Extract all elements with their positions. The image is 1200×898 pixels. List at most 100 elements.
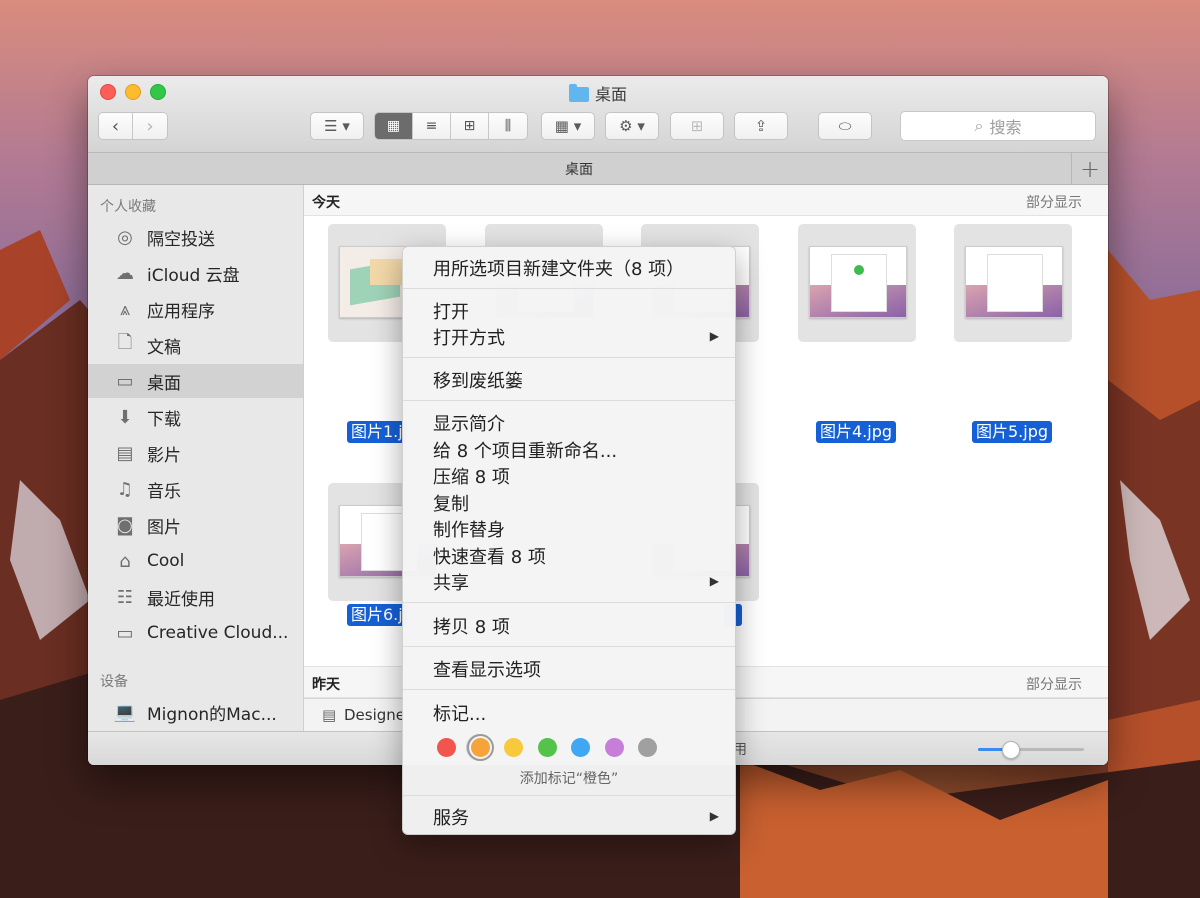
search-field[interactable]: ⌕ 搜索 <box>900 111 1096 141</box>
grid-icon: ▦ ▾ <box>554 117 582 135</box>
section-today: 今天 部分显示 <box>304 185 1108 216</box>
file-name[interactable]: 图片5.jpg <box>972 421 1053 443</box>
sidebar-item-pictures[interactable]: ◙ 图片 <box>88 508 303 542</box>
file-tile[interactable] <box>954 224 1072 342</box>
group-button[interactable]: ▦ ▾ <box>541 112 595 140</box>
section-title: 今天 <box>312 195 340 211</box>
path-item[interactable]: Designe <box>344 706 405 724</box>
tag-orange-button[interactable] <box>470 738 490 757</box>
download-icon: ⬇ <box>117 406 133 428</box>
menu-item-compress[interactable]: 压缩 8 项 <box>433 463 510 489</box>
share-button[interactable]: ⇪ <box>734 112 788 140</box>
menu-item-new-folder[interactable]: 用所选项目新建文件夹（8 项） <box>433 255 684 281</box>
sidebar-item-applications[interactable]: ⩓ 应用程序 <box>88 292 303 326</box>
list-view-button[interactable]: ≡ <box>413 113 451 139</box>
tab-bar: 桌面 + <box>88 153 1108 185</box>
sidebar-item-label: 桌面 <box>147 373 181 394</box>
tag-green-button[interactable] <box>537 738 557 757</box>
back-button[interactable]: ‹ <box>99 113 133 139</box>
tag-caption: 添加标记“橙色” <box>519 771 619 787</box>
devices-header: 设备 <box>100 674 128 690</box>
search-icon: ⌕ <box>974 116 984 135</box>
slider-knob[interactable] <box>1001 741 1020 759</box>
menu-item-open-with[interactable]: 打开方式 <box>433 324 505 350</box>
tag-icon: ⬭ <box>838 117 852 135</box>
tag-purple-button[interactable] <box>604 738 624 757</box>
arrange-button[interactable]: ☰ ▾ <box>310 112 364 140</box>
sidebar-item-label: Creative Cloud... <box>147 623 289 643</box>
camera-icon: ◙ <box>116 514 134 536</box>
show-more-link[interactable]: 部分显示 <box>1026 674 1082 694</box>
applications-icon: ⩓ <box>119 298 131 320</box>
sidebar-item-music[interactable]: ♫ 音乐 <box>88 472 303 506</box>
tab-desktop[interactable]: 桌面 <box>88 159 1070 179</box>
new-folder-icon: ⊞ <box>690 117 704 135</box>
cloud-icon: ☁ <box>116 262 134 284</box>
disk-icon: ▤ <box>322 706 337 724</box>
menu-item-copy[interactable]: 拷贝 8 项 <box>433 613 510 639</box>
menu-item-make-alias[interactable]: 制作替身 <box>433 516 505 542</box>
menu-item-duplicate[interactable]: 复制 <box>433 490 469 516</box>
menu-item-tags[interactable]: 标记... <box>433 700 486 726</box>
gallery-view-button[interactable]: ⫼ <box>489 113 527 139</box>
view-mode-switcher: ▦ ≡ ⊞ ⫼ <box>374 112 528 140</box>
tag-yellow-button[interactable] <box>504 738 523 757</box>
window-title-text: 桌面 <box>594 87 627 104</box>
menu-item-view-options[interactable]: 查看显示选项 <box>433 656 541 682</box>
sidebar-item-creative-cloud[interactable]: ▭ Creative Cloud... <box>88 616 303 650</box>
menu-item-open[interactable]: 打开 <box>433 298 469 324</box>
sidebar-item-airdrop[interactable]: ◎ 隔空投送 <box>88 220 303 254</box>
file-thumbnail <box>965 246 1063 318</box>
sidebar-item-desktop[interactable]: ▭ 桌面 <box>88 364 303 398</box>
search-placeholder: 搜索 <box>989 118 1022 137</box>
add-tab-button[interactable]: + <box>1071 153 1108 184</box>
sidebar-item-downloads[interactable]: ⬇ 下载 <box>88 400 303 434</box>
menu-separator <box>403 357 735 358</box>
file-tile[interactable] <box>798 224 916 342</box>
submenu-arrow-icon: ▶ <box>709 809 719 823</box>
window-title: 桌面 <box>88 81 1108 105</box>
folder-icon <box>568 84 589 102</box>
sidebar-item-label: 隔空投送 <box>147 229 215 250</box>
menu-separator <box>403 288 735 289</box>
file-name[interactable]: 图片4.jpg <box>816 421 897 443</box>
sidebar-item-mac[interactable]: 💻 Mignon的Mac... <box>88 695 303 729</box>
icon-view-button[interactable]: ▦ <box>375 113 413 139</box>
forward-button[interactable]: › <box>133 113 167 139</box>
menu-item-rename[interactable]: 给 8 个项目重新命名... <box>433 437 617 463</box>
sidebar-item-home[interactable]: ⌂ Cool <box>88 544 303 578</box>
sidebar-item-documents[interactable]: 🗋 文稿 <box>88 328 303 362</box>
recent-icon: ☷ <box>116 586 134 608</box>
menu-item-move-to-trash[interactable]: 移到废纸篓 <box>433 367 523 393</box>
sidebar-item-recents[interactable]: ☷ 最近使用 <box>88 580 303 614</box>
titlebar: 桌面 ‹ › ☰ ▾ ▦ ≡ ⊞ ⫼ ▦ ▾ ⚙ ▾ ⊞ ⇪ ⬭ ⌕ 搜索 <box>88 76 1108 153</box>
tag-button[interactable]: ⬭ <box>818 112 872 140</box>
sidebar-item-label: 应用程序 <box>147 301 215 322</box>
sidebar-item-label: 图片 <box>147 517 181 538</box>
submenu-arrow-icon: ▶ <box>709 574 719 588</box>
menu-item-quick-look[interactable]: 快速查看 8 项 <box>433 543 546 569</box>
submenu-arrow-icon: ▶ <box>709 329 719 343</box>
sidebar-item-label: iCloud 云盘 <box>147 265 240 286</box>
sidebar-item-movies[interactable]: ▤ 影片 <box>88 436 303 470</box>
file-name[interactable]: 图片6.j <box>347 604 407 626</box>
sidebar-item-label: Mignon的Mac... <box>147 704 277 725</box>
action-button[interactable]: ⚙ ▾ <box>605 112 659 140</box>
new-folder-button[interactable]: ⊞ <box>670 112 724 140</box>
context-menu: 用所选项目新建文件夹（8 项） 打开 打开方式 ▶ 移到废纸篓 显示简介 给 8… <box>402 246 736 835</box>
airdrop-icon: ◎ <box>117 226 133 248</box>
menu-item-services[interactable]: 服务 <box>433 804 469 830</box>
sidebar-item-icloud[interactable]: ☁ iCloud 云盘 <box>88 256 303 290</box>
column-view-button[interactable]: ⊞ <box>451 113 489 139</box>
file-name[interactable]: 图片1.j <box>347 421 407 443</box>
tag-gray-button[interactable] <box>638 738 657 757</box>
tag-red-button[interactable] <box>437 738 456 757</box>
icon-size-slider[interactable] <box>978 741 1084 759</box>
menu-item-get-info[interactable]: 显示简介 <box>433 410 505 436</box>
show-more-link[interactable]: 部分显示 <box>1026 192 1082 212</box>
menu-separator <box>403 646 735 647</box>
menu-separator <box>403 795 735 796</box>
menu-item-share[interactable]: 共享 <box>433 569 469 595</box>
favorites-header: 个人收藏 <box>100 199 156 215</box>
tag-blue-button[interactable] <box>571 738 590 757</box>
